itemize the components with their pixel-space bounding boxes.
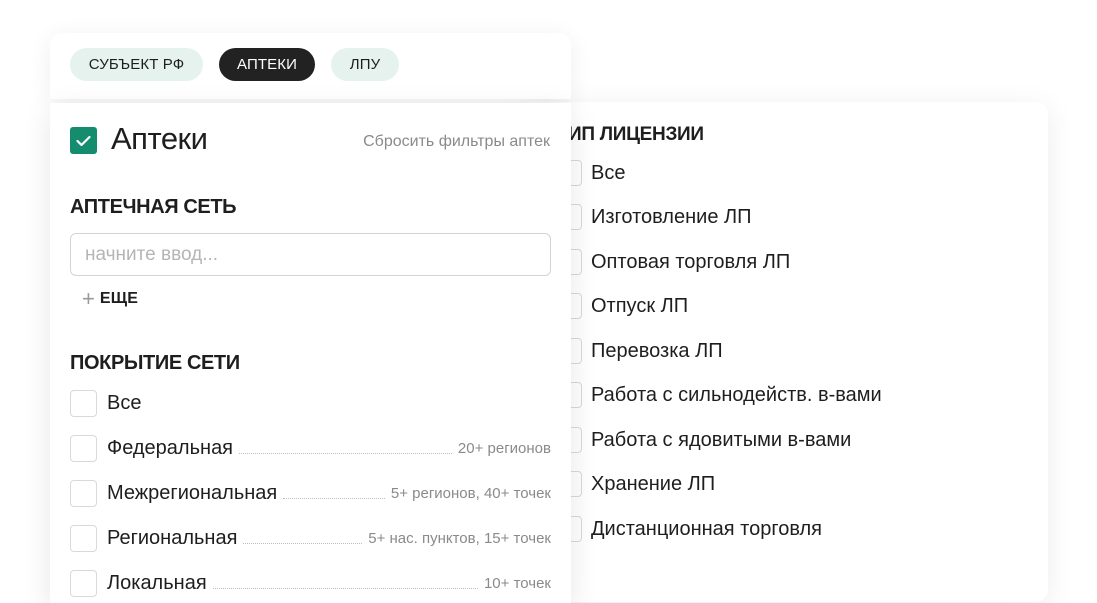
license-item-label: Изготовление ЛП: [591, 205, 752, 228]
license-item-poison[interactable]: Работа с ядовитыми в-вами: [556, 426, 851, 454]
license-item-label: Хранение ЛП: [591, 472, 716, 495]
coverage-item-label: Локальная: [107, 571, 207, 594]
plus-icon: +: [82, 286, 95, 311]
license-item-transport[interactable]: Перевозка ЛП: [556, 337, 723, 365]
coverage-item-federal[interactable]: Федеральная 20+ регионов: [70, 434, 551, 462]
more-button[interactable]: + ЕЩЕ: [82, 288, 138, 310]
coverage-item-desc: 5+ нас. пунктов, 15+ точек: [368, 529, 551, 547]
license-item-storage[interactable]: Хранение ЛП: [556, 470, 715, 498]
dotted-leader: [283, 498, 385, 499]
coverage-item-regional[interactable]: Региональная 5+ нас. пунктов, 15+ точек: [70, 524, 551, 552]
reset-filters-link[interactable]: Сбросить фильтры аптек: [363, 133, 550, 151]
pharmacies-title: Аптеки: [111, 121, 208, 156]
dotted-leader: [243, 543, 363, 544]
license-item-label: Дистанционная торговля: [591, 517, 822, 540]
chain-search-input[interactable]: [70, 233, 551, 276]
pharmacy-filters-panel: Аптеки Сбросить фильтры аптек АПТЕЧНАЯ С…: [50, 103, 571, 603]
coverage-item-desc: 10+ точек: [483, 574, 551, 592]
coverage-section-title: ПОКРЫТИЕ СЕТИ: [70, 352, 240, 374]
tab-lpu[interactable]: ЛПУ: [331, 48, 399, 81]
dotted-leader: [239, 453, 452, 454]
license-item-label: Все: [591, 161, 626, 184]
filter-tabs-bar: СУБЪЕКТ РФ АПТЕКИ ЛПУ: [50, 33, 571, 99]
license-item-manufacturing[interactable]: Изготовление ЛП: [556, 203, 752, 231]
pharmacies-checkbox[interactable]: [70, 127, 97, 154]
license-item-label: Работа с ядовитыми в-вами: [591, 428, 852, 451]
coverage-item-label: Региональная: [107, 526, 238, 549]
coverage-item-interregional[interactable]: Межрегиональная 5+ регионов, 40+ точек: [70, 479, 551, 507]
dotted-leader: [212, 588, 478, 589]
coverage-checkbox[interactable]: [70, 524, 97, 552]
tab-subject[interactable]: СУБЪЕКТ РФ: [70, 48, 203, 81]
coverage-checkbox[interactable]: [70, 434, 97, 462]
coverage-item-desc: 20+ регионов: [457, 439, 551, 457]
license-type-panel: ИП ЛИЦЕНЗИИ Все Изготовление ЛП Оптовая …: [520, 102, 1048, 602]
license-item-potent[interactable]: Работа с сильнодейств. в-вами: [556, 381, 882, 409]
license-item-label: Отпуск ЛП: [591, 294, 689, 317]
license-item-label: Перевозка ЛП: [591, 339, 723, 362]
license-type-title: ИП ЛИЦЕНЗИИ: [568, 124, 704, 145]
coverage-checkbox[interactable]: [70, 569, 97, 597]
coverage-item-label: Все: [107, 391, 142, 414]
license-item-wholesale[interactable]: Оптовая торговля ЛП: [556, 248, 790, 276]
coverage-item-desc: 5+ регионов, 40+ точек: [390, 484, 551, 502]
license-item-label: Оптовая торговля ЛП: [591, 250, 791, 273]
coverage-checkbox[interactable]: [70, 389, 97, 417]
license-item-remote[interactable]: Дистанционная торговля: [556, 515, 822, 543]
coverage-item-label: Межрегиональная: [107, 481, 278, 504]
coverage-item-label: Федеральная: [107, 436, 234, 459]
license-item-dispensing[interactable]: Отпуск ЛП: [556, 292, 688, 320]
coverage-checkbox[interactable]: [70, 479, 97, 507]
coverage-item-all[interactable]: Все: [70, 389, 551, 417]
tab-pharmacies[interactable]: АПТЕКИ: [219, 48, 315, 81]
more-button-label: ЕЩЕ: [99, 290, 139, 307]
chain-section-title: АПТЕЧНАЯ СЕТЬ: [70, 196, 237, 218]
check-icon: [76, 135, 91, 146]
license-item-label: Работа с сильнодейств. в-вами: [591, 383, 882, 406]
coverage-item-local[interactable]: Локальная 10+ точек: [70, 569, 551, 597]
